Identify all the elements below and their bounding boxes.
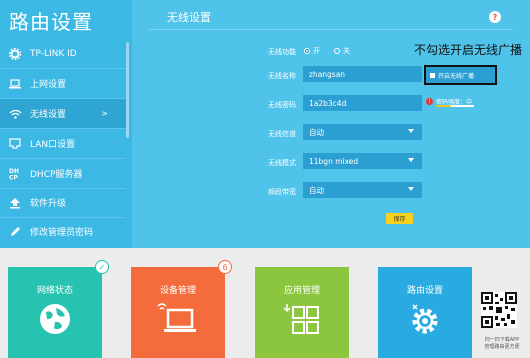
- laptop-icon: [131, 302, 225, 336]
- sidebar-item-internet[interactable]: 上网设置: [0, 69, 126, 98]
- tile-title: 设备管理: [159, 286, 196, 296]
- radio-label: 开: [313, 47, 320, 55]
- device-count-badge: 6: [218, 260, 232, 274]
- strength-bar-fill: [436, 105, 452, 107]
- broadcast-label: 开启无线广播: [438, 72, 475, 80]
- chevron-right-icon: >: [101, 109, 108, 118]
- select-value: 自动: [309, 127, 324, 137]
- sidebar-item-tplink-id[interactable]: TP-LINK ID: [0, 39, 126, 68]
- upload-icon: [8, 196, 22, 210]
- bandwidth-label: 频段带宽: [268, 188, 296, 196]
- tile-app-management[interactable]: 应用管理: [255, 267, 349, 358]
- strength-bar: [436, 105, 474, 107]
- chevron-down-icon: [408, 158, 414, 162]
- dhcp-icon: DH CP: [8, 167, 22, 181]
- password-label: 无线密码: [268, 101, 296, 109]
- page-title: 无线设置: [167, 11, 211, 24]
- ssid-label: 无线名称: [268, 72, 296, 80]
- laptop-icon: [8, 77, 22, 91]
- tile-device-management[interactable]: 设备管理: [131, 267, 225, 358]
- password-input[interactable]: 1a2b3c4d: [303, 95, 422, 111]
- lan-port-icon: [8, 137, 22, 151]
- sidebar-item-upgrade[interactable]: 软件升级: [0, 188, 126, 217]
- checkbox-icon: [430, 72, 435, 78]
- qr-caption-line1: 扫一扫下载APP: [484, 337, 520, 343]
- select-value: 自动: [309, 185, 324, 195]
- bandwidth-select[interactable]: 自动: [303, 182, 422, 198]
- pencil-icon: [8, 225, 22, 239]
- divider: [149, 29, 513, 30]
- radio-selected-icon: [304, 48, 310, 54]
- sidebar-item-label: DHCP服务器: [30, 170, 83, 180]
- gear-icon: [8, 47, 22, 61]
- sidebar-item-wireless[interactable]: 无线设置 >: [0, 99, 126, 128]
- sidebar-item-label: LAN口设置: [30, 140, 76, 150]
- ssid-input[interactable]: zhangsan: [303, 66, 422, 82]
- wifi-icon: [8, 107, 22, 121]
- chevron-down-icon: [408, 187, 414, 191]
- channel-label: 无线信道: [268, 130, 296, 138]
- wifi-off-radio[interactable]: 关: [334, 46, 350, 56]
- channel-select[interactable]: 自动: [303, 124, 422, 140]
- tile-title: 路由设置: [406, 286, 443, 296]
- select-value: 11bgn mixed: [309, 156, 359, 166]
- sidebar-item-lan[interactable]: LAN口设置: [0, 129, 126, 158]
- save-button[interactable]: 保存: [386, 213, 413, 224]
- sidebar-item-dhcp[interactable]: DH CP DHCP服务器: [0, 159, 126, 188]
- radio-label: 关: [343, 47, 350, 55]
- mode-label: 无线模式: [268, 159, 296, 167]
- tile-title: 网络状态: [36, 286, 73, 296]
- sidebar-item-admin-password[interactable]: 修改管理员密码: [0, 217, 126, 246]
- warning-icon: !: [426, 98, 433, 105]
- sidebar-item-label: 软件升级: [30, 199, 67, 209]
- sidebar-scrollbar[interactable]: [126, 42, 129, 138]
- chevron-down-icon: [408, 129, 414, 133]
- mode-select[interactable]: 11bgn mixed: [303, 153, 422, 169]
- annotation-text: 不勾选开启无线广播: [414, 43, 523, 57]
- sidebar: 路由设置 TP-LINK ID 上网设置 无线设置 > LAN口设置 DH CP …: [0, 0, 132, 248]
- qr-code: [481, 292, 517, 328]
- sidebar-item-label: TP-LINK ID: [30, 48, 77, 59]
- tile-title: 应用管理: [283, 286, 320, 296]
- check-badge-icon: ✓: [95, 260, 109, 274]
- broadcast-checkbox[interactable]: 开启无线广播: [424, 65, 497, 85]
- qr-caption-line2: 管理路由更方便: [484, 344, 520, 350]
- apps-grid-icon: [255, 302, 349, 338]
- radio-unselected-icon: [334, 48, 340, 54]
- tile-router-settings[interactable]: 路由设置: [378, 267, 472, 358]
- settings-gear-icon: [378, 302, 472, 338]
- qr-caption: 扫一扫下载APP 管理路由更方便: [478, 337, 526, 351]
- sidebar-item-label: 上网设置: [30, 80, 67, 90]
- help-icon[interactable]: ?: [489, 11, 501, 23]
- svg-text:CP: CP: [9, 175, 18, 181]
- tile-network-status[interactable]: 网络状态: [8, 267, 102, 358]
- wifi-label: 无线功能: [268, 48, 296, 56]
- sidebar-item-label: 修改管理员密码: [30, 228, 94, 238]
- brand-title: 路由设置: [9, 10, 93, 34]
- globe-icon: [8, 302, 102, 336]
- wifi-on-radio[interactable]: 开: [304, 46, 320, 56]
- sidebar-item-label: 无线设置: [30, 110, 67, 120]
